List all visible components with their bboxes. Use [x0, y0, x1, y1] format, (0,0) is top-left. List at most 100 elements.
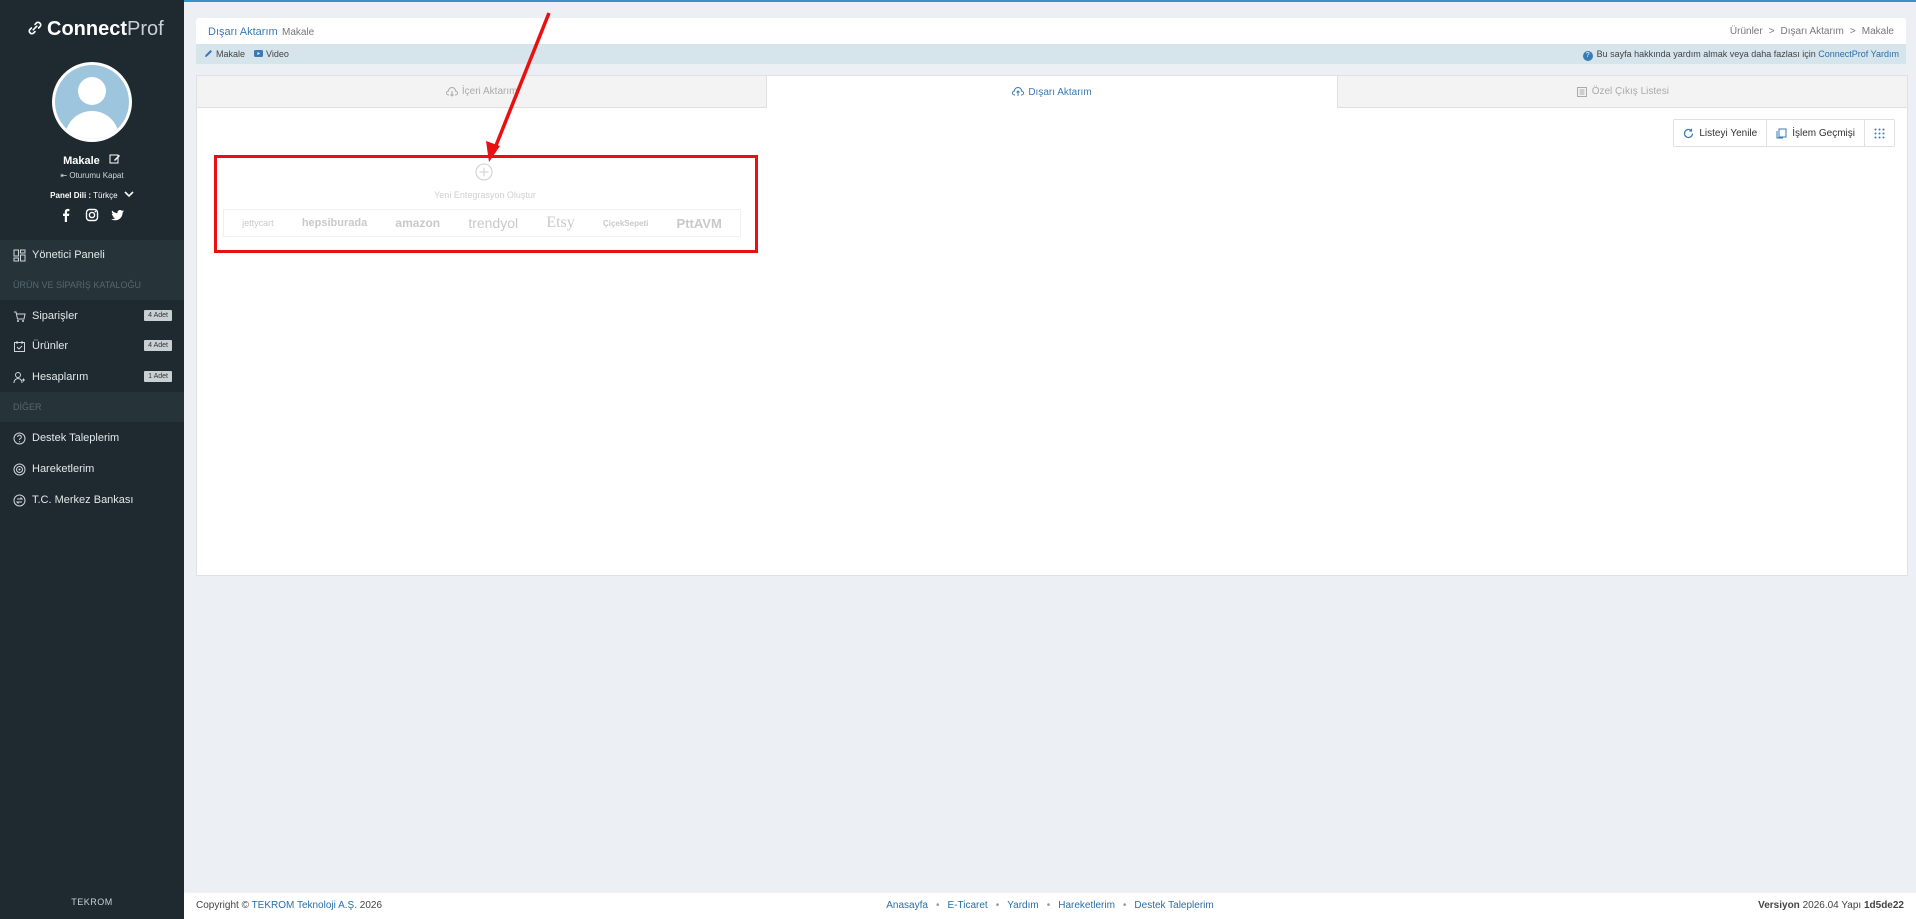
- footer-link-ecommerce[interactable]: E-Ticaret: [947, 900, 987, 911]
- users-icon: [13, 371, 25, 383]
- grid-menu-button[interactable]: [1865, 120, 1894, 146]
- cart-icon: [14, 311, 26, 322]
- footer-link-activity[interactable]: Hareketlerim: [1058, 900, 1115, 911]
- article-link-label: Makale: [216, 49, 246, 59]
- footer-link-home[interactable]: Anasayfa: [886, 900, 928, 911]
- activity-icon: [13, 463, 26, 475]
- brand-logo[interactable]: ConnectProf: [26, 18, 164, 41]
- version-value: 2026.04: [1802, 900, 1839, 911]
- tab-custom-output[interactable]: Özel Çıkış Listesi: [1337, 76, 1907, 108]
- history-label: İşlem Geçmişi: [1792, 127, 1855, 139]
- sidebar-item-activity[interactable]: Hareketlerim: [0, 454, 184, 484]
- sidebar-item-orders[interactable]: Siparişler 4 Adet: [0, 301, 184, 331]
- footer-dot: •: [935, 900, 940, 911]
- footer-dot: •: [995, 900, 1000, 911]
- tab-label: Özel Çıkış Listesi: [1591, 86, 1669, 97]
- question-icon: ?: [1582, 51, 1593, 61]
- footer-dot: •: [1122, 900, 1127, 911]
- chevron-down-icon: [124, 191, 134, 198]
- brand-name-bold: Connect: [47, 18, 127, 40]
- footer-links: Anasayfa • E-Ticaret • Yardım • Hareketlerim • D…: [184, 900, 1916, 911]
- sidebar-footer-brand: TEKROM: [71, 897, 113, 907]
- sidebar-item-label: Siparişler: [32, 310, 78, 322]
- user-name-text: Makale: [63, 155, 100, 167]
- tab-export[interactable]: Dışarı Aktarım: [767, 76, 1338, 108]
- pencil-icon: [205, 50, 212, 57]
- avatar[interactable]: [52, 62, 132, 142]
- social-links: [0, 208, 184, 227]
- count-badge: 4 Adet: [144, 310, 172, 321]
- help-text: ? Bu sayfa hakkında yardım almak veya dah…: [1582, 49, 1899, 61]
- exchange-icon: [13, 494, 26, 506]
- tab-label: Dışarı Aktarım: [1028, 86, 1092, 98]
- sidebar-item-label: Hareketlerim: [32, 463, 95, 475]
- sidebar-item-dashboard[interactable]: Yönetici Paneli: [0, 240, 184, 270]
- sidebar-section-other: DİĞER: [0, 392, 184, 422]
- cloud-download-icon: [445, 86, 458, 97]
- video-link-label: Video: [266, 49, 289, 59]
- sidebar: ConnectProf Makale ⇤ Oturumu Kapat Panel…: [0, 0, 184, 919]
- breadcrumb-separator: >: [1849, 26, 1856, 37]
- highlight-box: [214, 155, 758, 253]
- box-icon: [14, 340, 25, 352]
- breadcrumb-item[interactable]: Dışarı Aktarım: [1781, 26, 1844, 37]
- refresh-list-button[interactable]: Listeyi Yenile: [1674, 120, 1768, 146]
- tab-bar: İçeri Aktarım Dışarı Aktarım Özel Çıkış …: [197, 76, 1907, 108]
- user-name: Makale: [0, 153, 184, 167]
- history-button[interactable]: İşlem Geçmişi: [1767, 120, 1865, 146]
- action-toolbar: Listeyi Yenile İşlem Geçmişi: [1673, 119, 1895, 147]
- edit-icon[interactable]: [109, 153, 121, 165]
- sidebar-item-label: Destek Taleplerim: [32, 432, 120, 444]
- help-link[interactable]: ConnectProf Yardım: [1818, 49, 1899, 59]
- tab-import[interactable]: İçeri Aktarım: [197, 76, 768, 108]
- footer-link-support[interactable]: Destek Taleplerim: [1134, 900, 1213, 911]
- avatar-placeholder-icon: [55, 65, 129, 139]
- sidebar-item-central-bank[interactable]: T.C. Merkez Bankası: [0, 485, 184, 515]
- sidebar-item-products[interactable]: Ürünler 4 Adet: [0, 331, 184, 361]
- video-link[interactable]: Video: [254, 49, 289, 59]
- page-footer: Copyright © TEKROM Teknoloji A.Ş. 2026 A…: [184, 893, 1916, 919]
- grid-icon: [1874, 128, 1885, 138]
- lang-label: Panel Dili :: [50, 191, 92, 200]
- count-badge: 1 Adet: [144, 371, 172, 382]
- lang-value: Türkçe: [93, 191, 118, 200]
- build-label: Yapı: [1841, 900, 1862, 911]
- page-header: Dışarı Aktarım Makale Ürünler > Dışarı Akt…: [196, 18, 1906, 44]
- footer-dot: •: [1046, 900, 1051, 911]
- main-panel: İçeri Aktarım Dışarı Aktarım Özel Çıkış …: [196, 75, 1908, 576]
- sidebar-item-label: T.C. Merkez Bankası: [32, 494, 134, 506]
- sidebar-item-label: Ürünler: [32, 340, 69, 352]
- cloud-upload-icon: [1012, 87, 1025, 96]
- sidebar-item-support[interactable]: Destek Taleplerim: [0, 423, 184, 453]
- facebook-icon[interactable]: [59, 208, 73, 222]
- build-value: 1d5de22: [1863, 900, 1904, 911]
- copy-icon: [1776, 128, 1787, 138]
- sidebar-item-label: Hesaplarım: [32, 371, 89, 383]
- page-subtitle: Makale: [282, 27, 315, 38]
- video-icon: [254, 50, 263, 57]
- help-icon: [13, 432, 26, 444]
- list-icon: [1576, 86, 1587, 97]
- logout-label: Oturumu Kapat: [69, 171, 124, 180]
- count-badge: 4 Adet: [144, 340, 172, 351]
- breadcrumb-item: Makale: [1861, 26, 1894, 37]
- refresh-icon: [1684, 128, 1694, 138]
- logout-link[interactable]: ⇤ Oturumu Kapat: [0, 171, 184, 180]
- version-info: Versiyon 2026.04 Yapı 1d5de22: [1758, 900, 1904, 911]
- page-title: Dışarı Aktarım: [208, 26, 278, 38]
- top-accent-bar: [184, 0, 1916, 2]
- breadcrumb-item[interactable]: Ürünler: [1730, 26, 1763, 37]
- sidebar-item-accounts[interactable]: Hesaplarım 1 Adet: [0, 362, 184, 392]
- breadcrumb: Ürünler > Dışarı Aktarım > Makale: [1730, 26, 1894, 37]
- footer-link-help[interactable]: Yardım: [1007, 900, 1039, 911]
- twitter-icon[interactable]: [111, 208, 125, 222]
- logout-icon: ⇤: [60, 171, 70, 180]
- brand-name-light: Prof: [127, 18, 164, 40]
- page-subbar: Makale Video ? Bu sayfa hakkında yardım a…: [196, 44, 1906, 64]
- version-label: Versiyon: [1758, 900, 1800, 911]
- help-text-label: Bu sayfa hakkında yardım almak veya daha…: [1596, 49, 1816, 59]
- article-link[interactable]: Makale: [204, 49, 245, 59]
- instagram-icon[interactable]: [85, 208, 99, 222]
- language-selector[interactable]: Panel Dili : Türkçe: [0, 190, 184, 200]
- sidebar-section-catalog: ÜRÜN VE SİPARİŞ KATALOĞU: [0, 270, 184, 300]
